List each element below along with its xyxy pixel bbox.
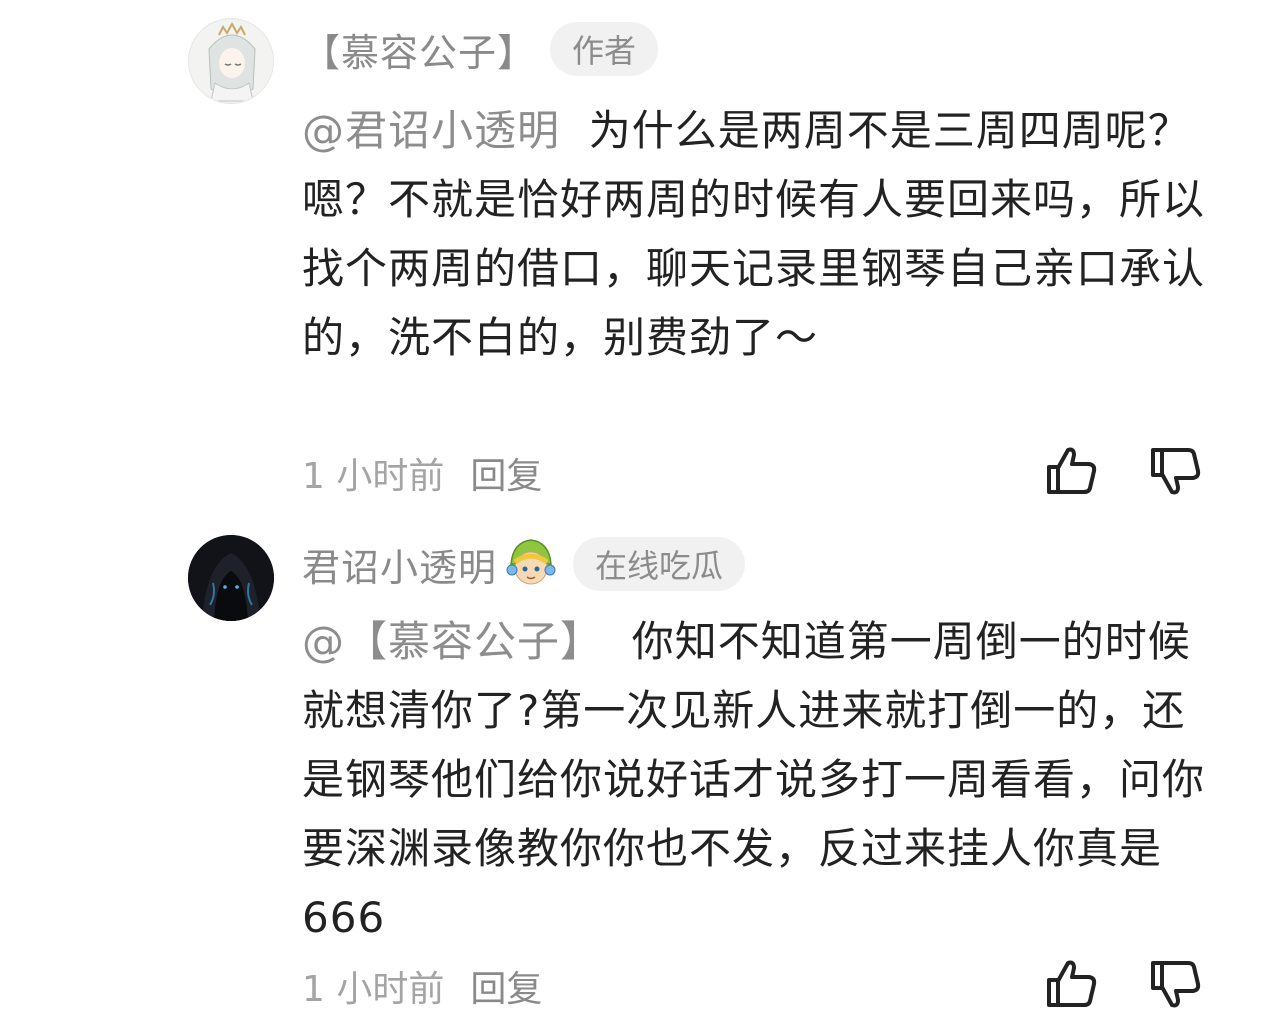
- author-badge: 作者: [550, 22, 659, 76]
- comment-text: @【慕容公子】 你知不知道第一周倒一的时候就想清你了?第一次见新人进来就打倒一的…: [302, 607, 1214, 952]
- username[interactable]: 【慕容公子】: [302, 22, 536, 77]
- title-badge: 在线吃瓜: [573, 537, 746, 591]
- reply-button[interactable]: 回复: [470, 960, 542, 1012]
- comment-text: @君诏小透明 为什么是两周不是三周四周呢？嗯？不就是恰好两周的时候有人要回来吗，…: [302, 96, 1214, 372]
- mention-link[interactable]: @【慕容公子】: [302, 617, 603, 666]
- like-icon[interactable]: [1043, 955, 1101, 1013]
- comment-header: 【慕容公子】 作者: [302, 20, 659, 78]
- comment-item: 君诏小透明 在线吃瓜 @【慕容公子】 你知不知道第一周倒一的时候就想清你了?第一…: [0, 515, 1264, 1014]
- dislike-icon[interactable]: [1147, 955, 1205, 1013]
- mention-link[interactable]: @君诏小透明: [302, 106, 560, 155]
- reply-button[interactable]: 回复: [470, 447, 542, 499]
- green-cap-character-icon: [503, 536, 559, 592]
- like-icon[interactable]: [1043, 442, 1101, 500]
- dislike-icon[interactable]: [1147, 442, 1205, 500]
- comment-footer: 1 小时前 回复: [302, 448, 542, 498]
- timestamp: 1 小时前: [302, 969, 445, 1010]
- avatar[interactable]: [188, 535, 274, 621]
- comment-item: 【慕容公子】 作者 @君诏小透明 为什么是两周不是三周四周呢？嗯？不就是恰好两周…: [0, 0, 1264, 510]
- comment-header: 君诏小透明 在线吃瓜: [302, 535, 746, 593]
- comment-footer: 1 小时前 回复: [302, 961, 542, 1011]
- username[interactable]: 君诏小透明: [302, 537, 497, 592]
- timestamp: 1 小时前: [302, 456, 445, 497]
- avatar[interactable]: [188, 18, 274, 104]
